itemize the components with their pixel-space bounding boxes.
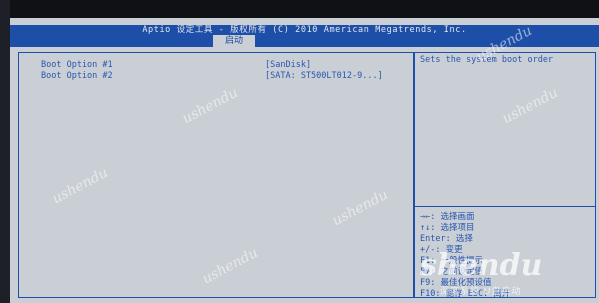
help-pane: Sets the system boot order →←: 选择画面 ↑↓: … [414,52,596,299]
tab-boot[interactable]: 启动 [213,35,255,47]
tab-bar: 启动 [10,35,599,47]
key-help-f1: F1: 一般性提示 [420,256,483,266]
boot-option-1-label[interactable]: Boot Option #1 [41,60,113,70]
help-divider [415,206,595,207]
key-help-navigate-screen: →←: 选择画面 [420,212,475,222]
boot-option-2-value[interactable]: [SATA: ST500LT012-9...] [265,71,383,81]
monitor-bezel-top [0,0,599,18]
bios-screen: Aptio 设定工具 - 版权所有 (C) 2010 American Mega… [10,18,599,303]
key-help-change: +/-: 变更 [420,245,463,255]
key-help-select-item: ↑↓: 选择项目 [420,223,475,233]
help-description: Sets the system boot order [420,55,554,65]
key-help-f7: F7: 之前设定值 [420,267,483,277]
settings-pane: Boot Option #1 [SanDisk] Boot Option #2 … [18,52,414,298]
watermark-subtext: 深度系统 U盘启动 [440,287,522,297]
boot-option-1-value[interactable]: [SanDisk] [265,60,311,70]
bios-title-bar: Aptio 设定工具 - 版权所有 (C) 2010 American Mega… [10,25,599,35]
boot-option-2-label[interactable]: Boot Option #2 [41,71,113,81]
key-help-enter: Enter: 选择 [420,234,473,244]
monitor-bezel-left [0,0,10,303]
